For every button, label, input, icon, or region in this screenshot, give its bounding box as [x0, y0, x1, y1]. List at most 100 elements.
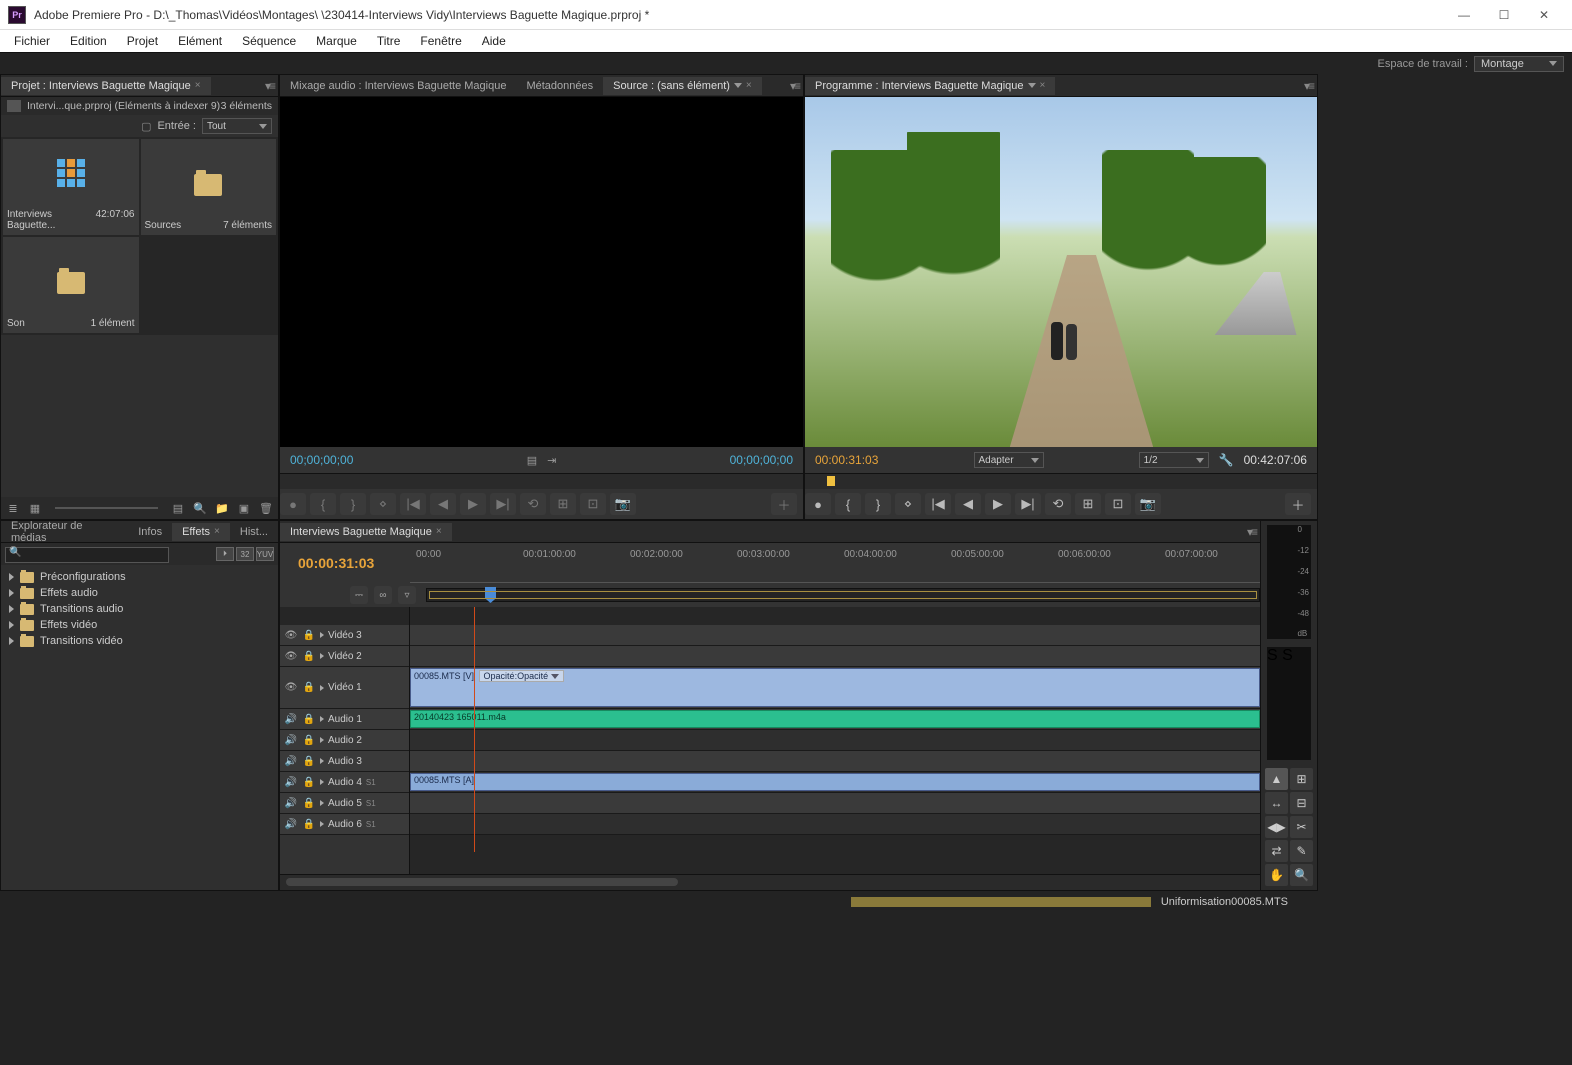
fx-tab[interactable]: Hist...	[230, 523, 278, 541]
track-lane[interactable]	[410, 625, 1260, 646]
wrench-icon[interactable]: 🔧	[1219, 453, 1234, 467]
transport-btn-11[interactable]: 📷	[1135, 493, 1161, 515]
track-lane[interactable]	[410, 814, 1260, 835]
fx-folder[interactable]: Effets audio	[5, 585, 274, 601]
panel-menu-icon[interactable]: ▾≡	[265, 79, 274, 93]
source-tc-out[interactable]: 00;00;00;00	[730, 453, 793, 467]
track-header[interactable]: 🔊🔒Audio 5S1	[280, 793, 409, 814]
track-header[interactable]: 🔊🔒Audio 6S1	[280, 814, 409, 835]
source-tab[interactable]: Source : (sans élément)×	[603, 77, 762, 95]
transport-btn-1[interactable]: {	[310, 493, 336, 515]
program-viewport[interactable]	[805, 97, 1317, 447]
track-lane[interactable]	[410, 793, 1260, 814]
menu-fichier[interactable]: Fichier	[4, 32, 60, 50]
solo-left[interactable]: S	[1267, 647, 1278, 664]
transport-btn-6[interactable]: ▶	[460, 493, 486, 515]
transport-btn-2[interactable]: }	[865, 493, 891, 515]
track-header[interactable]: 👁🔒Vidéo 1	[280, 667, 409, 709]
fx-folder[interactable]: Préconfigurations	[5, 569, 274, 585]
dropdown-icon[interactable]	[1028, 83, 1036, 88]
track-header[interactable]: 🔊🔒Audio 3	[280, 751, 409, 772]
fx-tab[interactable]: Explorateur de médias	[1, 517, 128, 547]
list-view-icon[interactable]: ≣	[5, 500, 21, 516]
source-settings-icon[interactable]: ▤	[527, 454, 537, 467]
timeline-timecode[interactable]: 00:00:31:03	[280, 555, 410, 571]
tool-0[interactable]: ▲	[1265, 768, 1288, 790]
track-lane[interactable]: 00085.MTS [A]	[410, 772, 1260, 793]
panel-menu-icon[interactable]: ▾≡	[1247, 525, 1256, 539]
trash-icon[interactable]: 🗑	[258, 500, 274, 516]
audio-clip[interactable]: 00085.MTS [A]	[410, 773, 1260, 791]
menu-titre[interactable]: Titre	[367, 32, 411, 50]
track-header[interactable]: 🔊🔒Audio 1	[280, 709, 409, 730]
work-area-bar[interactable]	[429, 591, 1257, 599]
program-tab[interactable]: Programme : Interviews Baguette Magique×	[805, 77, 1055, 95]
timeline-h-scroll[interactable]	[280, 874, 1260, 890]
track-header[interactable]: 🔊🔒Audio 4S1	[280, 772, 409, 793]
workspace-select[interactable]: Montage	[1474, 56, 1564, 72]
transport-btn-3[interactable]: ⋄	[370, 493, 396, 515]
transport-btn-0[interactable]: ●	[280, 493, 306, 515]
timeline-tab[interactable]: Interviews Baguette Magique×	[280, 523, 452, 541]
playhead-marker[interactable]	[827, 476, 835, 486]
linked-selection-icon[interactable]: ∞	[374, 586, 392, 604]
maximize-button[interactable]: ☐	[1484, 0, 1524, 30]
transport-btn-10[interactable]: ⊡	[580, 493, 606, 515]
transport-btn-5[interactable]: ◀	[955, 493, 981, 515]
track-header[interactable]: 🔊🔒Audio 2	[280, 730, 409, 751]
source-tc-in[interactable]: 00;00;00;00	[290, 453, 353, 467]
transport-btn-9[interactable]: ⊞	[1075, 493, 1101, 515]
minimize-button[interactable]: —	[1444, 0, 1484, 30]
tool-3[interactable]: ⊟	[1290, 792, 1313, 814]
effects-search-input[interactable]	[5, 547, 169, 563]
transport-btn-4[interactable]: |◀	[400, 493, 426, 515]
tool-8[interactable]: ✋	[1265, 864, 1288, 886]
source-drag-icon[interactable]: ⇥	[547, 454, 556, 467]
tool-9[interactable]: 🔍	[1290, 864, 1313, 886]
transport-btn-8[interactable]: ⟲	[1045, 493, 1071, 515]
find-icon[interactable]: 🔍	[192, 500, 208, 516]
transport-btn-9[interactable]: ⊞	[550, 493, 576, 515]
fx-tab[interactable]: Infos	[128, 523, 172, 541]
tool-5[interactable]: ✂	[1290, 816, 1313, 838]
transport-btn-0[interactable]: ●	[805, 493, 831, 515]
tool-7[interactable]: ✎	[1290, 840, 1313, 862]
timeline-navigator[interactable]	[426, 588, 1260, 602]
track-header[interactable]: 👁🔒Vidéo 3	[280, 625, 409, 646]
transport-btn-7[interactable]: ▶|	[490, 493, 516, 515]
close-icon[interactable]: ×	[436, 526, 442, 537]
fx-badge[interactable]: ⏵	[216, 547, 234, 561]
menu-marque[interactable]: Marque	[306, 32, 367, 50]
project-tab[interactable]: Projet : Interviews Baguette Magique×	[1, 77, 211, 95]
bin-item[interactable]: Interviews Baguette...42:07:06	[3, 139, 139, 235]
tool-1[interactable]: ⊞	[1290, 768, 1313, 790]
bin-item[interactable]: Sources7 éléments	[141, 139, 277, 235]
program-navbar[interactable]	[805, 473, 1317, 489]
source-tab[interactable]: Métadonnées	[516, 77, 603, 95]
transport-btn-1[interactable]: {	[835, 493, 861, 515]
transport-btn-7[interactable]: ▶|	[1015, 493, 1041, 515]
filter-icon[interactable]: ▢	[141, 120, 151, 133]
fx-tab[interactable]: Effets×	[172, 523, 230, 541]
audio-clip[interactable]: 20140423 165011.m4a	[410, 710, 1260, 728]
filter-select[interactable]: Tout	[202, 118, 272, 134]
menu-séquence[interactable]: Séquence	[232, 32, 306, 50]
transport-btn-10[interactable]: ⊡	[1105, 493, 1131, 515]
transport-btn-5[interactable]: ◀	[430, 493, 456, 515]
track-lane[interactable]: 00085.MTS [V] Opacité:Opacité	[410, 667, 1260, 709]
transport-btn-4[interactable]: |◀	[925, 493, 951, 515]
fx-badge[interactable]: 32	[236, 547, 254, 561]
auto-sequence-icon[interactable]: ▤	[170, 500, 186, 516]
program-fit-select[interactable]: Adapter	[974, 452, 1044, 468]
menu-edition[interactable]: Edition	[60, 32, 117, 50]
icon-view-icon[interactable]: ▦	[27, 500, 43, 516]
video-clip[interactable]: 00085.MTS [V] Opacité:Opacité	[410, 668, 1260, 707]
transport-btn-3[interactable]: ⋄	[895, 493, 921, 515]
transport-btn-8[interactable]: ⟲	[520, 493, 546, 515]
close-icon[interactable]: ×	[195, 80, 201, 91]
add-button-icon[interactable]: ＋	[1285, 493, 1311, 515]
transport-btn-11[interactable]: 📷	[610, 493, 636, 515]
close-icon[interactable]: ×	[1040, 80, 1046, 91]
panel-menu-icon[interactable]: ▾≡	[790, 79, 799, 93]
track-lane[interactable]	[410, 730, 1260, 751]
